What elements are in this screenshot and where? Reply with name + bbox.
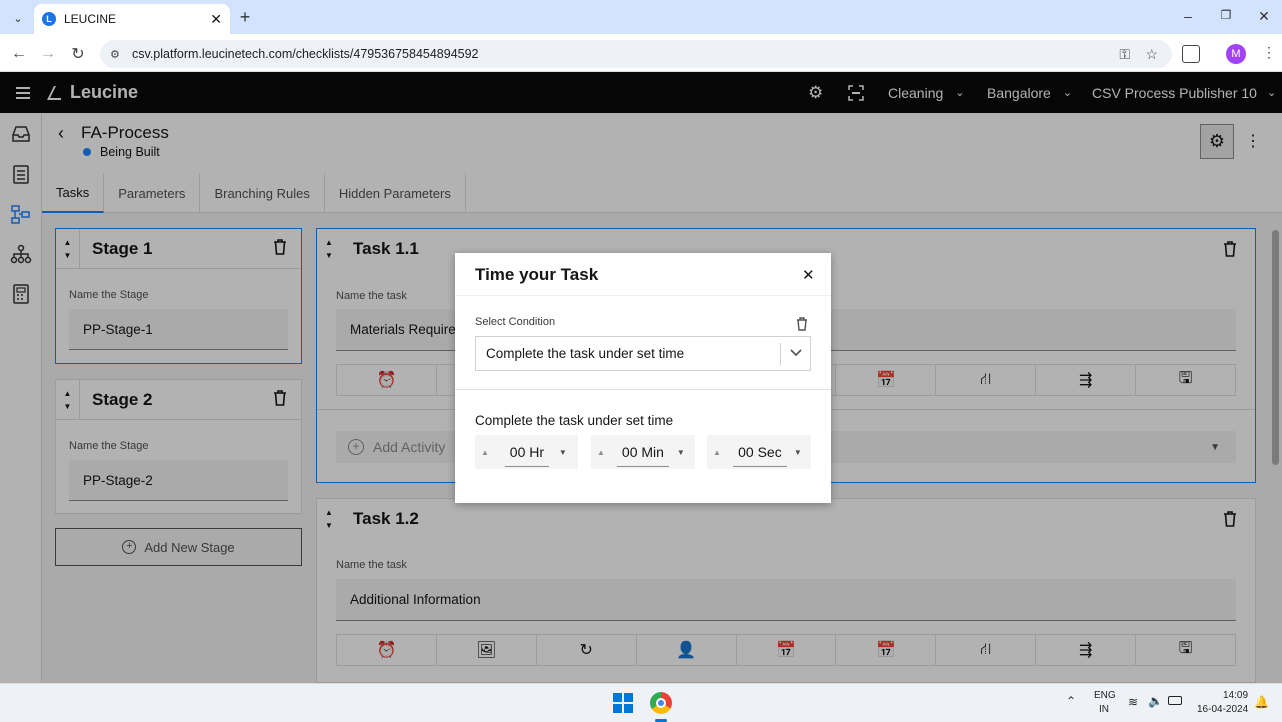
seconds-stepper[interactable]: ▲ 00 Sec ▼ xyxy=(707,435,811,469)
modal-title: Time your Task xyxy=(475,265,599,284)
tray-chevron-icon[interactable]: ⌃ xyxy=(1066,694,1076,708)
decrement-icon[interactable]: ▼ xyxy=(677,448,685,457)
extensions-icon[interactable] xyxy=(1182,45,1200,63)
select-divider xyxy=(780,343,781,365)
chevron-down-icon xyxy=(790,346,802,358)
site-info-icon[interactable]: ⚙ xyxy=(110,48,120,61)
reload-icon[interactable]: ↻ xyxy=(68,44,88,64)
url-text: csv.platform.leucinetech.com/checklists/… xyxy=(132,47,479,61)
condition-value: Complete the task under set time xyxy=(486,346,685,361)
password-key-icon[interactable]: ⚿ xyxy=(1119,46,1130,63)
minutes-stepper[interactable]: ▲ 00 Min ▼ xyxy=(591,435,695,469)
volume-icon[interactable]: 🔈 xyxy=(1148,694,1163,708)
clock-date[interactable]: 16-04-2024 xyxy=(1197,704,1248,715)
bookmark-star-icon[interactable]: ☆ xyxy=(1145,46,1158,63)
profile-avatar[interactable]: M xyxy=(1226,44,1246,64)
language-top[interactable]: ENG xyxy=(1094,690,1116,701)
browser-tab-title: LEUCINE xyxy=(64,12,117,26)
url-field[interactable]: ⚙ csv.platform.leucinetech.com/checklist… xyxy=(100,40,1172,68)
delete-condition-icon[interactable] xyxy=(796,317,808,331)
tab-search-button[interactable]: ⌄ xyxy=(8,8,28,28)
wifi-icon[interactable]: ≋ xyxy=(1128,695,1138,709)
hours-value: 00 Hr xyxy=(504,437,549,467)
leucine-favicon: L xyxy=(42,12,56,26)
seconds-value: 00 Sec xyxy=(732,437,787,467)
restore-button[interactable]: ❐ xyxy=(1218,8,1234,24)
decrement-icon[interactable]: ▼ xyxy=(559,448,567,457)
browser-menu-icon[interactable]: ⋮ xyxy=(1262,44,1276,61)
increment-icon[interactable]: ▲ xyxy=(481,448,489,457)
battery-icon[interactable] xyxy=(1168,696,1182,705)
hours-stepper[interactable]: ▲ 00 Hr ▼ xyxy=(475,435,578,469)
close-tab-icon[interactable]: ✕ xyxy=(210,11,222,28)
increment-icon[interactable]: ▲ xyxy=(713,448,721,457)
language-bottom[interactable]: IN xyxy=(1099,704,1109,715)
notification-bell-icon[interactable]: 🔔 xyxy=(1254,695,1269,709)
close-icon[interactable]: ✕ xyxy=(802,266,815,284)
select-condition-label: Select Condition xyxy=(475,316,556,328)
decrement-icon[interactable]: ▼ xyxy=(794,448,802,457)
back-icon[interactable]: ← xyxy=(9,44,29,64)
forward-icon[interactable]: → xyxy=(38,44,58,64)
time-section-label: Complete the task under set time xyxy=(475,413,674,428)
condition-select[interactable]: Complete the task under set time xyxy=(475,336,811,371)
increment-icon[interactable]: ▲ xyxy=(597,448,605,457)
windows-start-icon[interactable] xyxy=(613,693,633,713)
new-tab-button[interactable]: + xyxy=(236,8,254,26)
chrome-taskbar-icon[interactable] xyxy=(650,692,672,714)
minimize-button[interactable]: – xyxy=(1180,8,1196,24)
browser-tab[interactable]: L LEUCINE ✕ xyxy=(34,4,230,34)
minutes-value: 00 Min xyxy=(616,437,669,467)
os-taskbar: ⌃ ENG IN ≋ 🔈 14:09 16-04-2024 🔔 xyxy=(0,683,1282,722)
clock-time[interactable]: 14:09 xyxy=(1223,690,1248,701)
close-window-button[interactable]: ✕ xyxy=(1256,8,1272,24)
